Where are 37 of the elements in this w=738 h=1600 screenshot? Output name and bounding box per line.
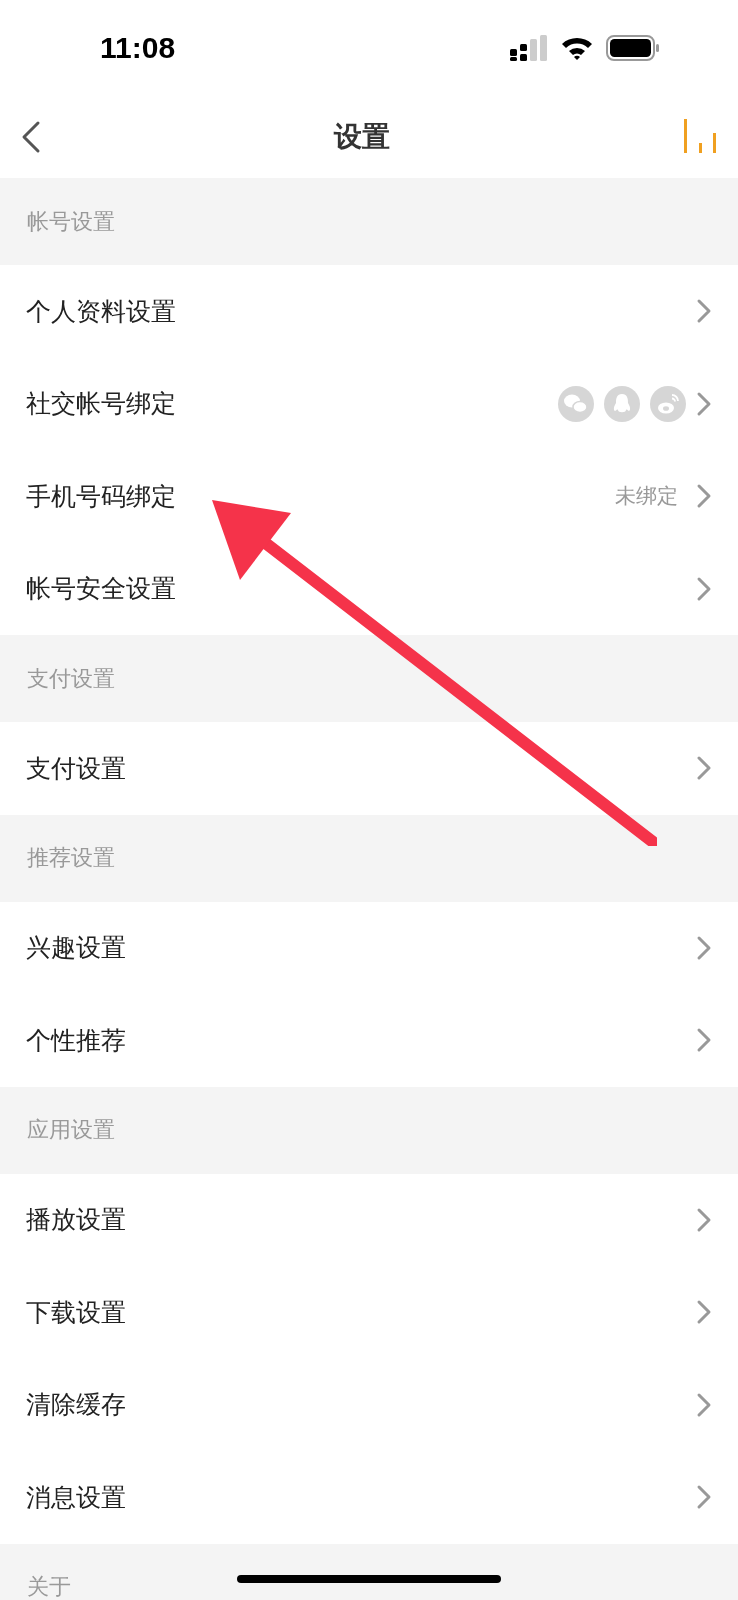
row-label: 手机号码绑定 bbox=[26, 480, 176, 513]
row-label: 消息设置 bbox=[26, 1481, 126, 1514]
chevron-right-icon bbox=[696, 575, 712, 602]
row-label: 支付设置 bbox=[26, 752, 126, 785]
bar-chart-icon[interactable] bbox=[682, 118, 718, 155]
row-label: 个人资料设置 bbox=[26, 295, 176, 328]
chevron-right-icon bbox=[696, 298, 712, 325]
chevron-right-icon bbox=[696, 1299, 712, 1326]
chevron-right-icon bbox=[696, 755, 712, 782]
row-label: 社交帐号绑定 bbox=[26, 388, 176, 421]
row-label: 个性推荐 bbox=[26, 1024, 126, 1057]
section-title: 帐号设置 bbox=[27, 207, 115, 236]
signal-icon bbox=[510, 34, 548, 61]
chevron-right-icon bbox=[696, 390, 712, 417]
section-title: 支付设置 bbox=[27, 664, 115, 693]
chevron-right-icon bbox=[696, 1027, 712, 1054]
chevron-right-icon bbox=[696, 1484, 712, 1511]
section-title: 关于 bbox=[27, 1573, 71, 1600]
chat-bubbles-icon[interactable] bbox=[558, 385, 594, 422]
row-label: 播放设置 bbox=[26, 1204, 126, 1237]
back-icon[interactable] bbox=[20, 119, 42, 154]
status-time: 11:08 bbox=[100, 30, 176, 65]
penguin-icon[interactable] bbox=[604, 385, 640, 422]
chevron-right-icon bbox=[696, 934, 712, 961]
row-label: 清除缓存 bbox=[26, 1389, 126, 1422]
binding-status: 未绑定 bbox=[615, 483, 678, 511]
chevron-right-icon bbox=[696, 483, 712, 510]
row-label: 帐号安全设置 bbox=[26, 573, 176, 606]
chevron-right-icon bbox=[696, 1206, 712, 1233]
section-title: 推荐设置 bbox=[27, 844, 115, 872]
row-label: 兴趣设置 bbox=[26, 932, 126, 965]
row-label: 下载设置 bbox=[26, 1296, 126, 1329]
page-title: 设置 bbox=[334, 118, 390, 155]
eye-swirl-icon[interactable] bbox=[650, 385, 686, 422]
battery-icon bbox=[606, 34, 660, 61]
chevron-right-icon bbox=[696, 1391, 712, 1418]
section-title: 应用设置 bbox=[27, 1116, 115, 1144]
